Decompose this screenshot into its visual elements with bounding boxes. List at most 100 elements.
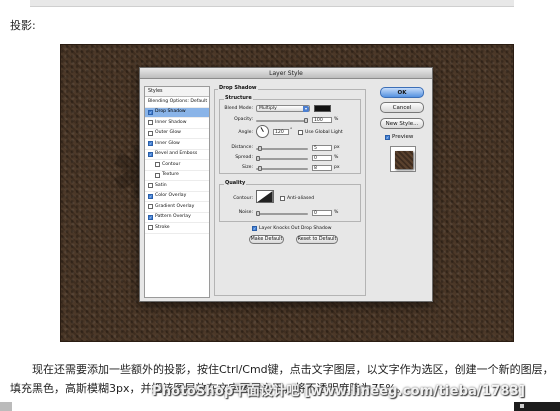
angle-input[interactable]: 120	[273, 129, 289, 135]
watermark: PhotoShop平面设计吧 [www.lineeg.com/tieba/178…	[152, 384, 526, 399]
styles-list: Styles Blending Options: Default ✓ Drop Sh…	[144, 86, 210, 298]
chevron-down-icon: ▾	[303, 106, 309, 112]
opacity-slider[interactable]	[256, 118, 308, 123]
checkbox-icon[interactable]	[148, 225, 153, 231]
previous-image-edge	[30, 0, 514, 7]
style-item-label: Texture	[162, 172, 179, 177]
checkmark-icon[interactable]: ✓	[148, 214, 153, 220]
preview-checkbox[interactable]: ✓ Preview	[385, 134, 413, 140]
reset-to-default-button[interactable]: Reset to Default	[296, 235, 338, 244]
size-slider[interactable]	[256, 166, 308, 171]
style-item-label: Bevel and Emboss	[155, 151, 198, 156]
checkmark-icon[interactable]: ✓	[148, 141, 153, 147]
checkbox-icon[interactable]	[155, 172, 160, 178]
style-item-label: Gradient Overlay	[155, 203, 195, 209]
spread-input[interactable]: 0	[312, 155, 332, 161]
distance-slider-thumb[interactable]	[258, 146, 263, 151]
use-global-light-label: Use Global Light	[305, 130, 343, 135]
style-item[interactable]: ✓ Pattern Overlay	[145, 213, 209, 223]
noise-slider[interactable]	[256, 211, 308, 216]
style-item[interactable]: ✓ Bevel and Emboss	[145, 150, 209, 160]
angle-unit: °	[290, 128, 293, 133]
contour-curve-icon	[257, 191, 273, 202]
anti-aliased-checkbox[interactable]: Anti-aliased	[280, 196, 314, 201]
style-item[interactable]: Satin	[145, 181, 209, 192]
square-icon[interactable]	[520, 404, 524, 408]
blend-mode-value: Multiply	[259, 106, 277, 111]
quality-group	[219, 184, 361, 222]
styles-header[interactable]: Styles	[145, 87, 209, 97]
checkbox-icon[interactable]	[148, 183, 153, 189]
noise-unit: %	[334, 210, 339, 215]
checkbox-icon[interactable]	[148, 130, 153, 136]
checkbox-icon	[298, 130, 303, 135]
style-item[interactable]: Stroke	[145, 223, 209, 234]
new-style-button[interactable]: New Style...	[380, 118, 424, 129]
shadow-color-swatch[interactable]	[314, 105, 331, 112]
size-input[interactable]: 8	[312, 165, 332, 171]
style-item[interactable]: Outer Glow	[145, 129, 209, 139]
structure-label: Structure	[224, 95, 253, 101]
page: 投影: ✱ Layer Style Styles Blending Option…	[0, 0, 560, 411]
spread-slider[interactable]	[256, 156, 308, 161]
bottom-left-edge	[0, 402, 12, 411]
noise-input[interactable]: 0	[312, 210, 332, 216]
style-item[interactable]: ✓ Color Overlay	[145, 192, 209, 202]
style-item[interactable]: Inner Shadow	[145, 118, 209, 129]
style-item-label: Outer Glow	[155, 130, 181, 135]
knocks-out-checkbox[interactable]: ✓ Layer Knocks Out Drop Shadow	[252, 226, 331, 231]
style-item-label: Blending Options: Default	[148, 98, 208, 104]
checkbox-icon[interactable]	[148, 204, 153, 210]
style-item[interactable]: ✓ Inner Glow	[145, 139, 209, 150]
drop-shadow-title: Drop Shadow	[218, 85, 258, 91]
style-item[interactable]: ✓ Drop Shadow	[145, 107, 209, 118]
checkbox-icon	[280, 196, 285, 201]
style-item-label: Contour	[162, 161, 181, 167]
opacity-label: Opacity:	[234, 117, 253, 122]
ok-button[interactable]: OK	[380, 87, 424, 98]
dialog-title: Layer Style	[140, 68, 432, 79]
size-slider-thumb[interactable]	[257, 166, 262, 171]
style-preview-thumbnail	[390, 146, 416, 172]
distance-slider[interactable]	[256, 146, 308, 151]
checkbox-icon[interactable]	[155, 162, 160, 168]
style-item[interactable]: Texture	[145, 171, 209, 181]
spread-slider-thumb[interactable]	[256, 156, 260, 161]
angle-label: Angle:	[238, 130, 253, 135]
style-item[interactable]: Gradient Overlay	[145, 202, 209, 213]
preview-label: Preview	[392, 134, 414, 140]
size-label: Size:	[242, 165, 253, 170]
opacity-unit: %	[334, 117, 339, 122]
distance-input[interactable]: 5	[312, 145, 332, 151]
quality-label: Quality	[224, 180, 247, 186]
style-item[interactable]: Contour	[145, 160, 209, 171]
knocks-out-label: Layer Knocks Out Drop Shadow	[259, 226, 332, 231]
section-label: 投影:	[10, 19, 36, 32]
style-items: Blending Options: Default ✓ Drop Shadow Inn…	[145, 97, 209, 234]
layer-style-dialog: Layer Style Styles Blending Options: Def…	[139, 67, 433, 302]
style-item-label: Color Overlay	[155, 193, 187, 198]
checkmark-icon: ✓	[385, 134, 390, 140]
cancel-button[interactable]: Cancel	[380, 102, 424, 113]
make-default-button[interactable]: Make Default	[249, 235, 284, 244]
distance-unit: px	[334, 145, 340, 150]
blend-mode-select[interactable]: Multiply ▾	[256, 105, 310, 112]
spread-label: Spread:	[235, 155, 253, 160]
opacity-slider-thumb[interactable]	[304, 118, 308, 123]
use-global-light-checkbox[interactable]: Use Global Light	[298, 130, 343, 135]
checkbox-icon[interactable]	[148, 120, 153, 126]
noise-label: Noise:	[238, 210, 253, 215]
checkmark-icon[interactable]: ✓	[148, 151, 153, 157]
noise-slider-thumb[interactable]	[256, 211, 260, 216]
checkmark-icon[interactable]: ✓	[148, 193, 153, 199]
contour-label: Contour:	[233, 196, 253, 201]
checkmark-icon[interactable]: ✓	[148, 109, 153, 115]
blend-mode-label: Blend Mode:	[224, 106, 253, 111]
opacity-input[interactable]: 100	[312, 117, 332, 123]
angle-dial[interactable]	[256, 125, 269, 138]
contour-picker[interactable]	[256, 190, 274, 203]
spread-unit: %	[334, 155, 339, 160]
style-item-label: Satin	[155, 182, 167, 188]
style-item[interactable]: Blending Options: Default	[145, 97, 209, 108]
preview-swatch	[395, 151, 413, 169]
